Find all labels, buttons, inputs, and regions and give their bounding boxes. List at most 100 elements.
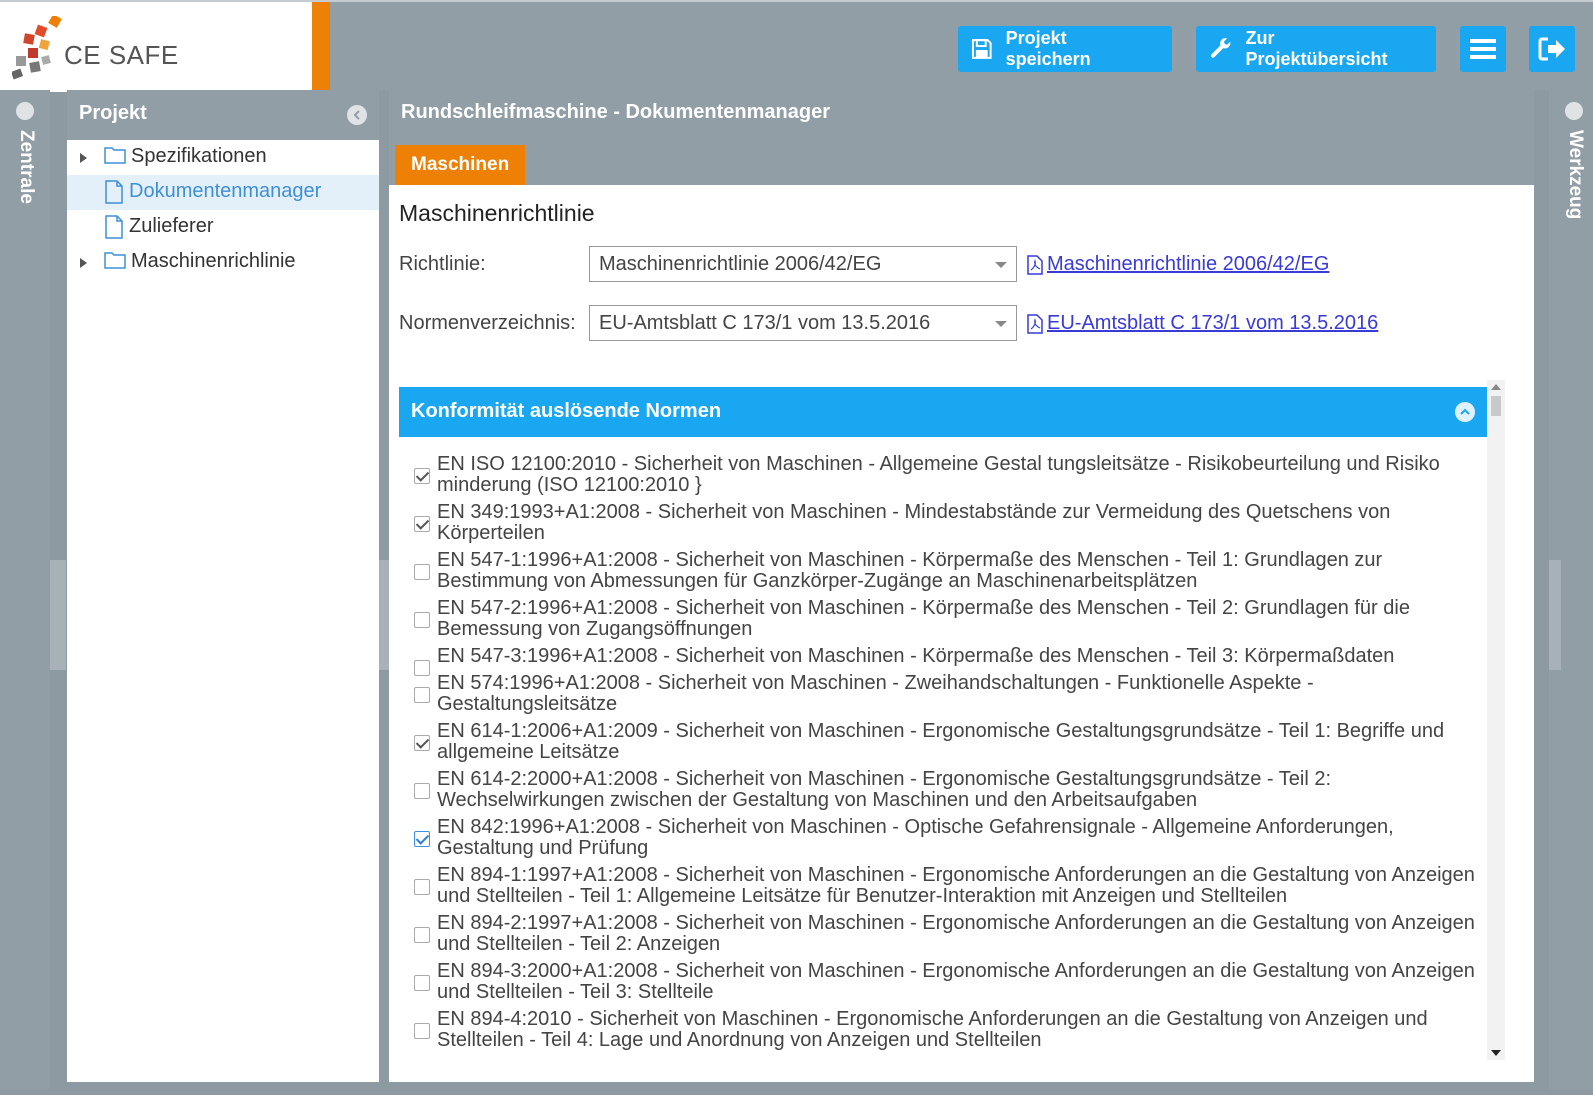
norm-text: EN 842:1996+A1:2008 - Sicherheit von Mas… xyxy=(437,816,1394,859)
norms-list: EN ISO 12100:2010 - Sicherheit von Masch… xyxy=(399,437,1487,1051)
norm-text: EN ISO 12100:2010 - Sicherheit von Masch… xyxy=(437,453,1440,496)
file-icon xyxy=(105,180,123,204)
norms-scrollbar[interactable] xyxy=(1487,380,1505,1060)
norm-checkbox[interactable] xyxy=(414,468,430,484)
norm-item[interactable]: EN 547-1:1996+A1:2008 - Sicherheit von M… xyxy=(399,550,1487,592)
norm-text: EN 614-2:2000+A1:2008 - Sicherheit von M… xyxy=(437,768,1332,811)
tree-item-label: Dokumentenmanager xyxy=(129,180,322,202)
project-overview-button[interactable]: Zur Projektübersicht xyxy=(1196,26,1436,72)
richtlinie-label: Richtlinie: xyxy=(399,253,486,275)
logo-text: CE SAFE xyxy=(64,40,179,70)
save-project-button[interactable]: Projekt speichern xyxy=(958,26,1172,72)
save-icon xyxy=(971,39,992,59)
norm-text: EN 574:1996+A1:2008 - Sicherheit von Mas… xyxy=(437,672,1314,715)
logo-accent-stripe xyxy=(312,2,330,92)
project-tree: Spezifikationen Dokumentenmanager Zulief… xyxy=(67,140,379,280)
norm-checkbox[interactable] xyxy=(414,783,430,799)
norm-checkbox[interactable] xyxy=(414,516,430,532)
norm-checkbox[interactable] xyxy=(414,612,430,628)
left-rail-zentrale[interactable]: Zentrale xyxy=(0,90,66,1089)
norm-item[interactable]: EN 574:1996+A1:2008 - Sicherheit von Mas… xyxy=(399,673,1487,715)
richtlinie-select[interactable]: Maschinenrichtlinie 2006/42/EG xyxy=(589,246,1017,282)
tree-item-zulieferer[interactable]: Zulieferer xyxy=(67,210,379,245)
expand-left-rail-icon[interactable] xyxy=(16,102,34,120)
collapse-up-icon[interactable] xyxy=(1455,402,1475,422)
norm-text: EN 894-2:1997+A1:2008 - Sicherheit von M… xyxy=(437,912,1475,955)
expand-arrow-icon[interactable] xyxy=(80,153,87,163)
norm-item[interactable]: EN 547-3:1996+A1:2008 - Sicherheit von M… xyxy=(399,645,1487,676)
menu-button[interactable] xyxy=(1460,26,1506,72)
normen-select-value: EU-Amtsblatt C 173/1 vom 13.5.2016 xyxy=(599,312,931,334)
left-splitter-handle[interactable] xyxy=(50,560,66,670)
richtlinie-link-text: Maschinenrichtlinie 2006/42/EG xyxy=(1047,253,1330,275)
norm-checkbox[interactable] xyxy=(414,687,430,703)
logo[interactable]: CE SAFE xyxy=(0,2,312,92)
tree-item-label: Spezifikationen xyxy=(131,145,267,167)
norm-text: EN 547-3:1996+A1:2008 - Sicherheit von M… xyxy=(437,645,1395,667)
chevron-down-icon xyxy=(995,321,1007,327)
tree-item-dokumentenmanager[interactable]: Dokumentenmanager xyxy=(67,175,379,210)
norm-checkbox[interactable] xyxy=(414,735,430,751)
hamburger-icon xyxy=(1470,39,1496,59)
project-overview-label: Zur Projektübersicht xyxy=(1245,28,1388,69)
norm-text: EN 349:1993+A1:2008 - Sicherheit von Mas… xyxy=(437,501,1391,544)
norm-item[interactable]: EN 894-4:2010 - Sicherheit von Maschinen… xyxy=(399,1009,1487,1051)
right-splitter-handle[interactable] xyxy=(1549,560,1561,670)
scroll-down-arrow-icon[interactable] xyxy=(1491,1050,1501,1056)
norm-item[interactable]: EN 894-2:1997+A1:2008 - Sicherheit von M… xyxy=(399,913,1487,955)
tab-maschinen[interactable]: Maschinen xyxy=(395,145,526,185)
logout-icon xyxy=(1538,37,1565,61)
scroll-thumb[interactable] xyxy=(1491,396,1501,416)
tree-item-maschinenrichlinie[interactable]: Maschinenrichlinie xyxy=(67,245,379,280)
richtlinie-pdf-link[interactable]: Maschinenrichtlinie 2006/42/EG xyxy=(1027,253,1329,276)
pdf-icon xyxy=(1027,313,1043,334)
richtlinie-select-value: Maschinenrichtlinie 2006/42/EG xyxy=(599,253,882,275)
norm-checkbox[interactable] xyxy=(414,879,430,895)
left-rail-label: Zentrale xyxy=(16,130,37,204)
norm-text: EN 547-1:1996+A1:2008 - Sicherheit von M… xyxy=(437,549,1383,592)
normenverzeichnis-select[interactable]: EU-Amtsblatt C 173/1 vom 13.5.2016 xyxy=(589,305,1017,341)
scroll-up-arrow-icon[interactable] xyxy=(1491,384,1501,390)
expand-right-rail-icon[interactable] xyxy=(1565,102,1583,120)
project-panel-title: Projekt xyxy=(79,102,147,124)
folder-icon xyxy=(104,147,126,164)
folder-icon xyxy=(104,252,126,269)
norm-item[interactable]: EN 842:1996+A1:2008 - Sicherheit von Mas… xyxy=(399,817,1487,859)
page-title: Rundschleifmaschine - Dokumentenmanager xyxy=(401,101,830,123)
normen-link-text: EU-Amtsblatt C 173/1 vom 13.5.2016 xyxy=(1047,312,1379,334)
norm-item[interactable]: EN ISO 12100:2010 - Sicherheit von Masch… xyxy=(399,454,1487,496)
norm-item[interactable]: EN 349:1993+A1:2008 - Sicherheit von Mas… xyxy=(399,502,1487,544)
project-panel: Projekt Spezifikationen Dokumentenmanage… xyxy=(67,90,379,1082)
tree-item-spezifikationen[interactable]: Spezifikationen xyxy=(67,140,379,175)
main-panel-header: Rundschleifmaschine - Dokumentenmanager … xyxy=(389,90,1534,185)
center-splitter-handle[interactable] xyxy=(379,560,389,670)
norm-item[interactable]: EN 894-3:2000+A1:2008 - Sicherheit von M… xyxy=(399,961,1487,1003)
norm-text: EN 614-1:2006+A1:2009 - Sicherheit von M… xyxy=(437,720,1445,763)
norm-checkbox[interactable] xyxy=(414,564,430,580)
norm-checkbox[interactable] xyxy=(414,831,430,847)
norm-item[interactable]: EN 614-1:2006+A1:2009 - Sicherheit von M… xyxy=(399,721,1487,763)
norms-accordion: Konformität auslösende Normen EN ISO 121… xyxy=(399,387,1487,1095)
normen-pdf-link[interactable]: EU-Amtsblatt C 173/1 vom 13.5.2016 xyxy=(1027,312,1378,335)
tree-item-label: Maschinenrichlinie xyxy=(131,250,296,272)
right-rail-label: Werkzeug xyxy=(1565,130,1586,220)
project-panel-header: Projekt xyxy=(67,90,379,140)
norm-checkbox[interactable] xyxy=(414,975,430,991)
norm-item[interactable]: EN 894-1:1997+A1:2008 - Sicherheit von M… xyxy=(399,865,1487,907)
accordion-title: Konformität auslösende Normen xyxy=(411,400,722,422)
norm-checkbox[interactable] xyxy=(414,927,430,943)
accordion-header[interactable]: Konformität auslösende Normen xyxy=(399,387,1487,437)
wrench-icon xyxy=(1211,38,1231,58)
section-title: Maschinenrichtlinie xyxy=(399,200,595,226)
norm-text: EN 547-2:1996+A1:2008 - Sicherheit von M… xyxy=(437,597,1410,640)
collapse-panel-icon[interactable] xyxy=(347,105,367,125)
logout-button[interactable] xyxy=(1529,26,1575,72)
main-panel: Rundschleifmaschine - Dokumentenmanager … xyxy=(389,90,1534,1082)
expand-arrow-icon[interactable] xyxy=(80,258,87,268)
right-rail-werkzeug[interactable]: Werkzeug xyxy=(1549,90,1593,1089)
norm-item[interactable]: EN 614-2:2000+A1:2008 - Sicherheit von M… xyxy=(399,769,1487,811)
app-header: CE SAFE Projekt speichern Zur Projektübe… xyxy=(0,0,1593,92)
norm-item[interactable]: EN 547-2:1996+A1:2008 - Sicherheit von M… xyxy=(399,598,1487,640)
pdf-icon xyxy=(1027,254,1043,275)
norm-checkbox[interactable] xyxy=(414,1023,430,1039)
